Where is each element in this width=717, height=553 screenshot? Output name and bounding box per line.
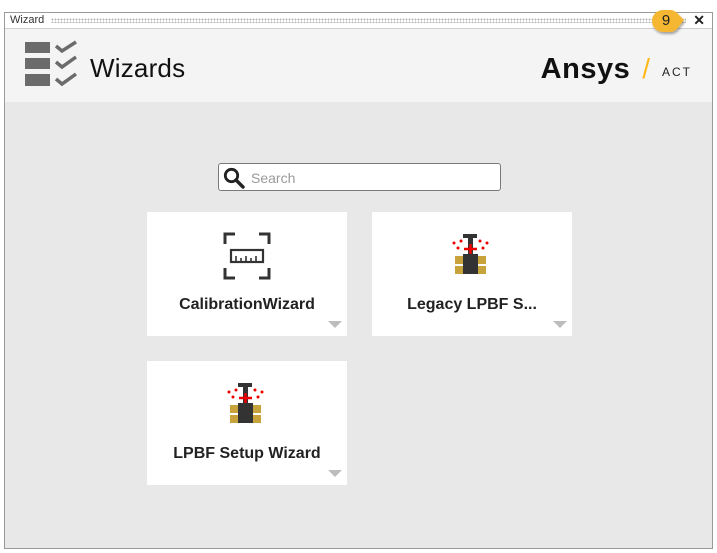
title-bar-grip[interactable] bbox=[51, 18, 686, 23]
step-callout-badge: 9 bbox=[649, 8, 685, 36]
close-button[interactable]: ✕ bbox=[693, 12, 705, 28]
calibration-ruler-icon bbox=[223, 232, 271, 285]
wizards-header: Wizards Ansys / ACT bbox=[5, 29, 712, 102]
tile-calibration-wizard[interactable]: CalibrationWizard bbox=[147, 212, 347, 336]
tile-label: Legacy LPBF S... bbox=[407, 296, 537, 313]
brand-name: Ansys bbox=[540, 52, 631, 85]
wizard-window: Wizard ✕ Wizards Ansys / ACT Search Cali… bbox=[4, 12, 713, 549]
title-bar[interactable]: Wizard ✕ bbox=[5, 12, 712, 29]
lpbf-printer-icon bbox=[448, 232, 496, 285]
tile-label: CalibrationWizard bbox=[179, 296, 315, 313]
tile-label: LPBF Setup Wizard bbox=[173, 445, 321, 462]
wizard-checklist-icon bbox=[25, 40, 81, 97]
search-input[interactable] bbox=[249, 167, 493, 189]
search-box[interactable] bbox=[218, 163, 501, 191]
chevron-down-icon[interactable] bbox=[553, 321, 567, 328]
page-title: Wizards bbox=[90, 53, 186, 83]
chevron-down-icon[interactable] bbox=[328, 321, 342, 328]
tile-lpbf-setup-wizard[interactable]: LPBF Setup Wizard bbox=[147, 361, 347, 485]
ansys-logo: Ansys / ACT bbox=[540, 52, 692, 85]
tile-legacy-lpbf-setup[interactable]: Legacy LPBF S... bbox=[372, 212, 572, 336]
chevron-down-icon[interactable] bbox=[328, 470, 342, 477]
search-icon bbox=[223, 167, 245, 194]
window-title: Wizard bbox=[10, 14, 49, 26]
brand-slash: / bbox=[642, 53, 650, 84]
lpbf-printer-icon bbox=[223, 381, 271, 434]
brand-suffix: ACT bbox=[662, 65, 692, 79]
callout-number: 9 bbox=[661, 12, 671, 29]
